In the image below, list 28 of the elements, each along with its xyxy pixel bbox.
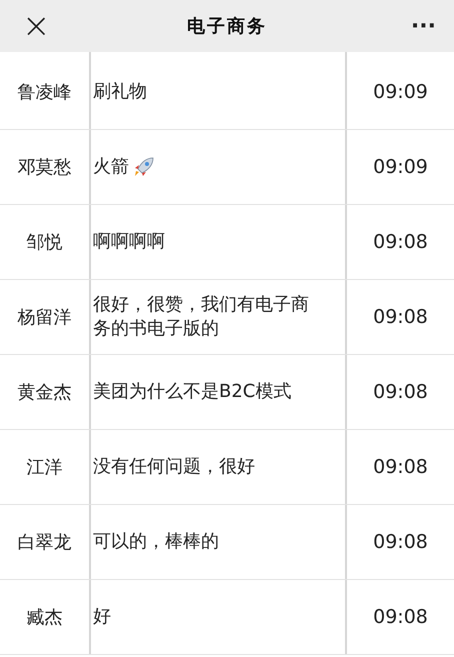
sender-name: 杨留洋 bbox=[18, 306, 72, 330]
sender-name: 黄金杰 bbox=[18, 380, 72, 404]
message-text: 美团为什么不是B2C模式 bbox=[93, 380, 292, 404]
message-text: 没有任何问题，很好 bbox=[93, 454, 255, 479]
message-text: 刷礼物 bbox=[93, 80, 147, 104]
message-time: 09:08 bbox=[373, 380, 428, 405]
message-time: 09:08 bbox=[373, 604, 428, 630]
message-time: 09:08 bbox=[373, 530, 428, 555]
message-time: 09:08 bbox=[373, 304, 428, 330]
message-time: 09:08 bbox=[373, 230, 428, 255]
message-text: 可以的，棒棒的 bbox=[93, 530, 219, 554]
message-time: 09:09 bbox=[373, 154, 428, 180]
sender-name: 臧杰 bbox=[26, 606, 62, 630]
sender-name: 邹悦 bbox=[26, 230, 62, 254]
sender-name: 邓莫愁 bbox=[18, 156, 72, 180]
message-time: 09:08 bbox=[373, 454, 428, 480]
sender-name: 鲁凌峰 bbox=[18, 80, 72, 104]
close-button[interactable]: × bbox=[8, 0, 64, 52]
rocket-icon bbox=[132, 155, 156, 179]
sender-name: 江洋 bbox=[26, 456, 62, 480]
message-text: 火箭 bbox=[93, 154, 129, 179]
message-text: 很好，很赞，我们有电子商务的书电子版的 bbox=[93, 292, 310, 341]
sender-name: 白翠龙 bbox=[18, 530, 72, 554]
more-button[interactable]: ··· bbox=[396, 0, 450, 52]
message-text: 好 bbox=[93, 604, 111, 629]
message-time: 09:09 bbox=[373, 80, 428, 105]
window-title: 电子商务 bbox=[187, 14, 267, 38]
message-text: 啊啊啊啊 bbox=[93, 230, 165, 254]
